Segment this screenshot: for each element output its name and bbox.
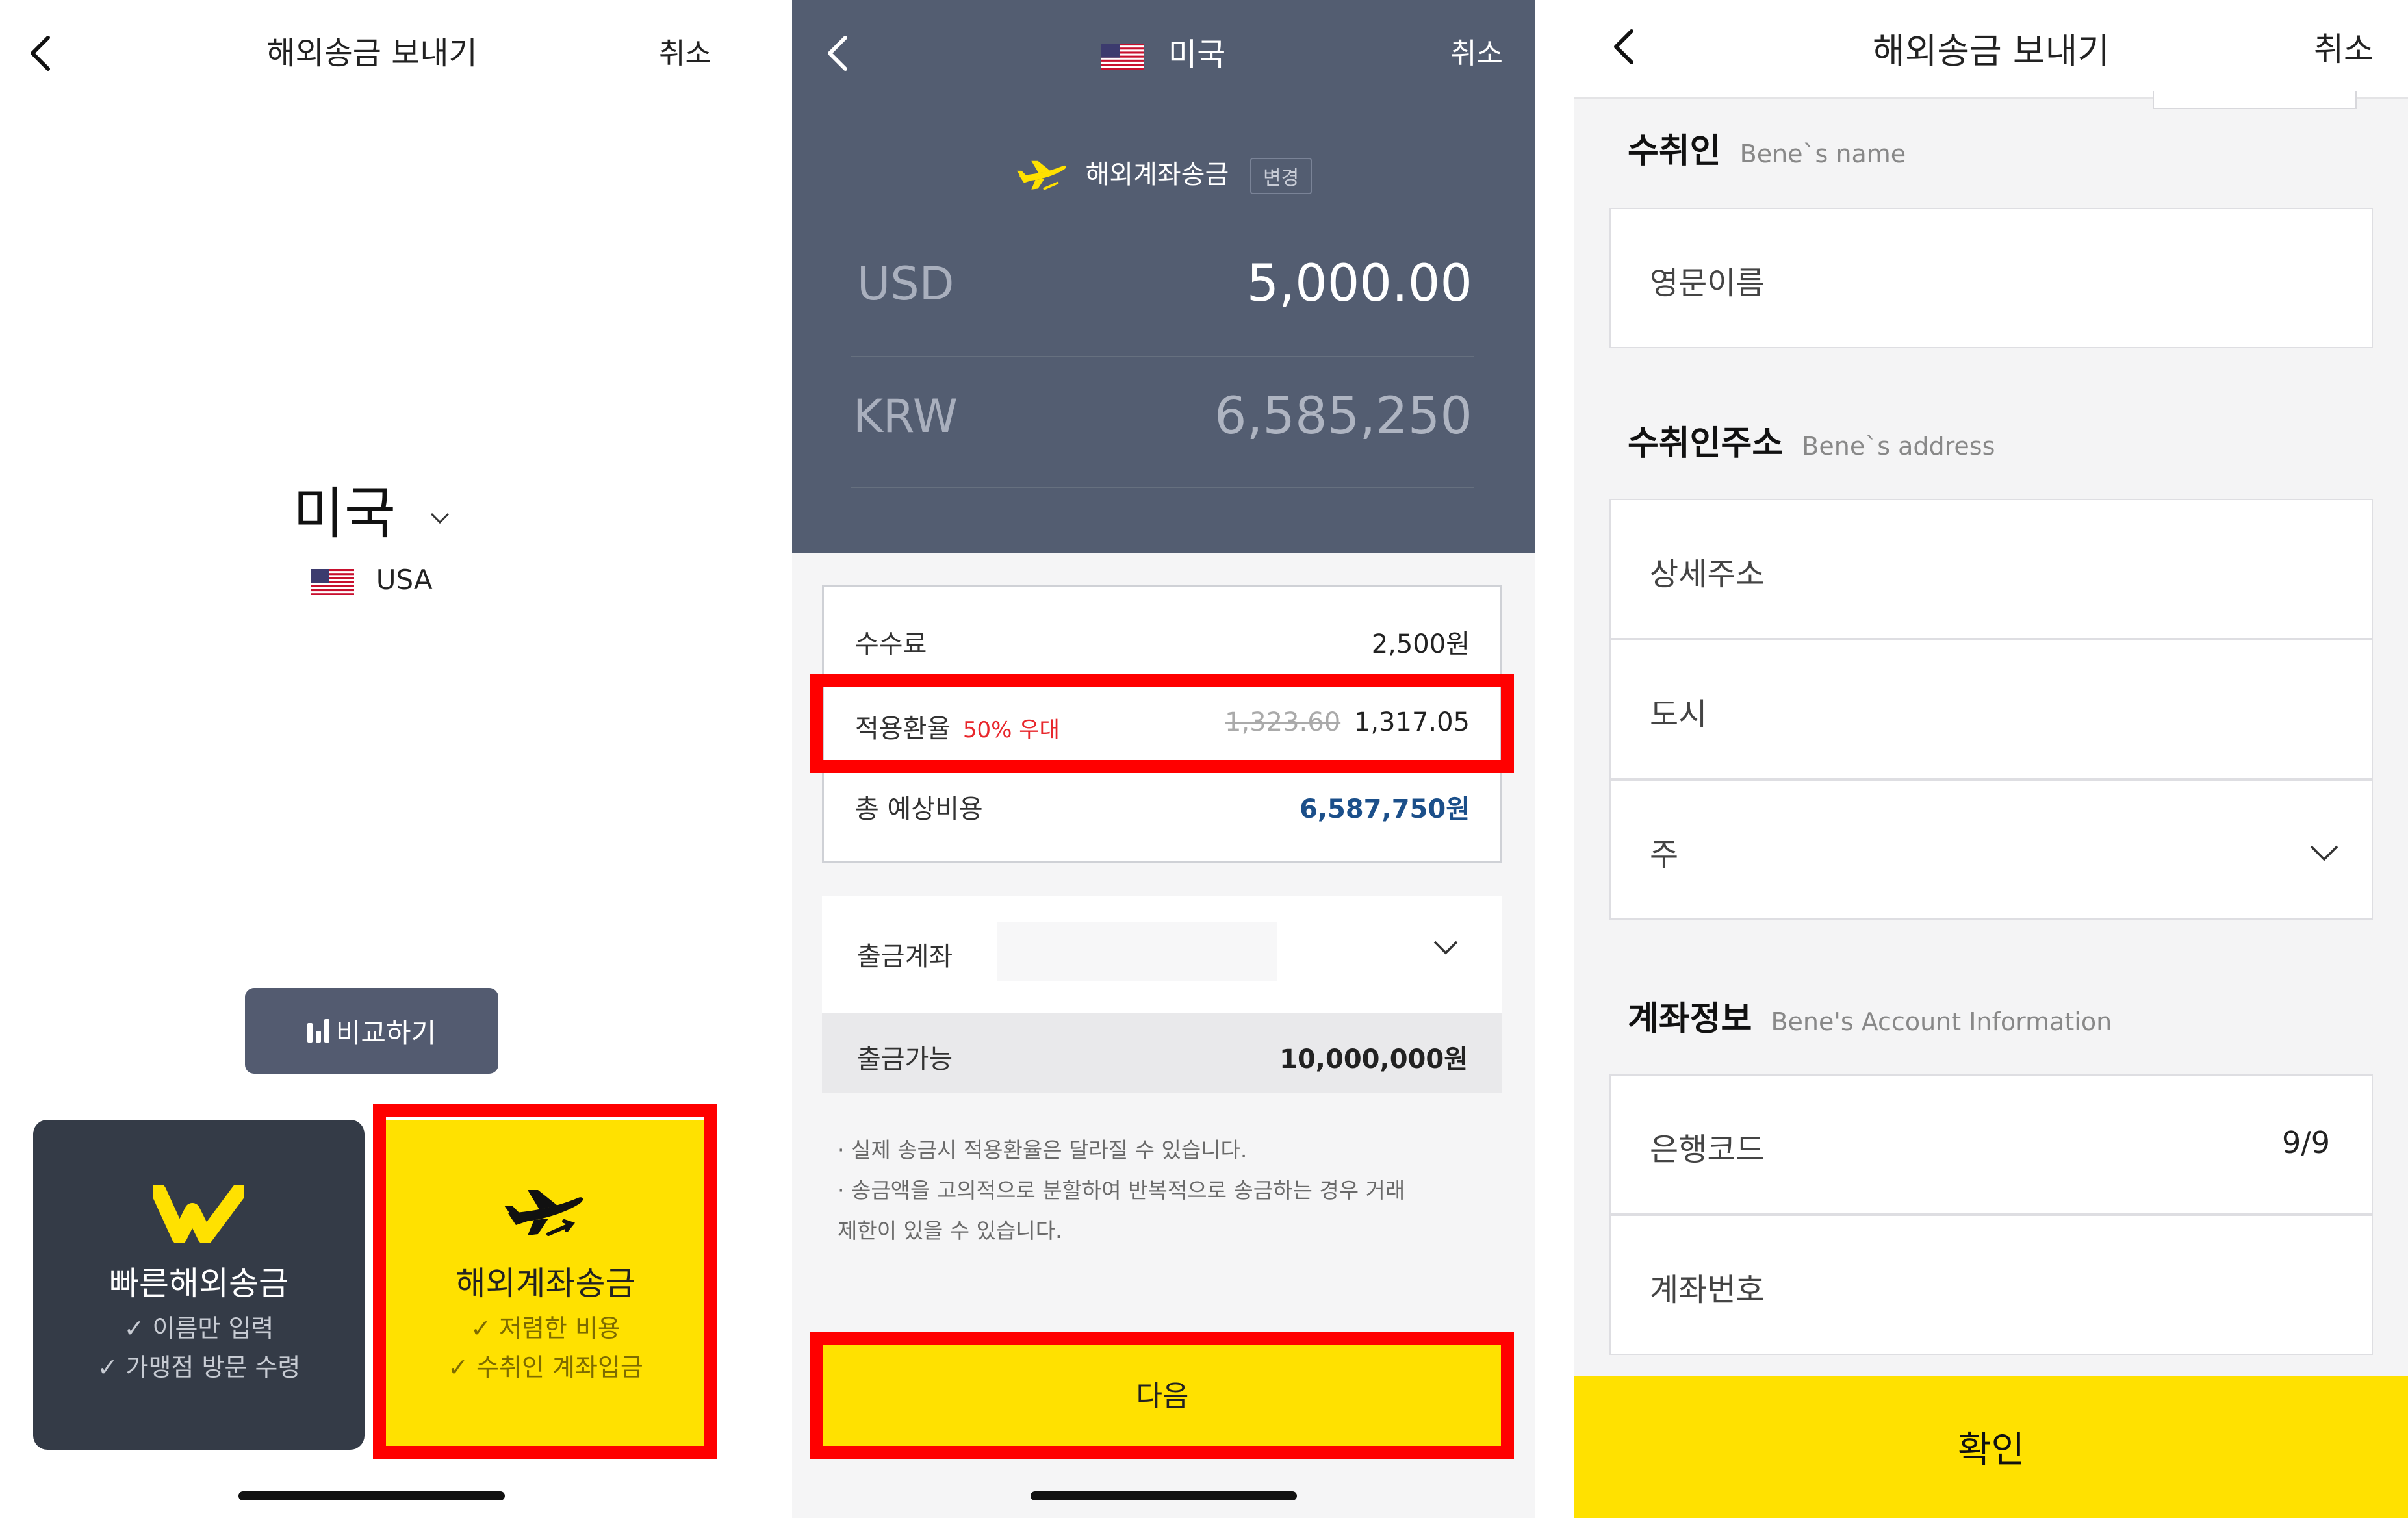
country-code-row: USA — [0, 564, 744, 596]
field-placeholder: 계좌번호 — [1650, 1272, 1765, 1308]
home-indicator — [238, 1491, 505, 1500]
field-placeholder: 도시 — [1650, 696, 1708, 733]
card-feature: ✓ 이름만 입력 — [123, 1314, 274, 1343]
section-title: 수취인 — [1628, 132, 1721, 171]
available-value: 10,000,000원 — [1279, 1044, 1468, 1074]
amount-screen: 미국 취소 해외계좌송금 변경 USD 5,000.00 KRW 6,585,2… — [792, 0, 1535, 1518]
account-number-field[interactable]: 계좌번호 — [1609, 1215, 2373, 1355]
fee-label: 수수료 — [855, 629, 927, 659]
fee-value: 2,500원 — [1371, 629, 1470, 659]
chevron-down-icon — [2310, 845, 2338, 861]
available-label: 출금가능 — [857, 1044, 953, 1074]
send-amount-input[interactable]: 5,000.00 — [1247, 255, 1472, 313]
card-title: 빠른해외송금 — [109, 1265, 288, 1302]
field-placeholder: 상세주소 — [1650, 556, 1765, 592]
beneficiary-form-screen: 해외송금 보내기 취소 수취인 Bene`s name 영문이름 수취인주소 B… — [1574, 0, 2408, 1518]
section-title: 수취인주소 — [1628, 424, 1784, 463]
section-subtitle: Bene's Account Information — [1771, 1007, 2112, 1036]
char-counter: 9/9 — [2281, 1125, 2330, 1160]
beneficiary-section-title: 수취인 Bene`s name — [1628, 123, 1906, 172]
receive-amount: 6,585,250 — [1214, 387, 1472, 446]
total-label: 총 예상비용 — [855, 794, 983, 824]
confirm-button[interactable]: 확인 — [1574, 1376, 2408, 1518]
detail-address-field[interactable]: 상세주소 — [1609, 499, 2373, 639]
partial-field — [2153, 91, 2357, 109]
divider — [851, 356, 1474, 357]
amount-header: 미국 취소 해외계좌송금 변경 USD 5,000.00 KRW 6,585,2… — [792, 0, 1535, 553]
field-placeholder: 영문이름 — [1650, 265, 1765, 301]
notice-line: · 송금액을 고의적으로 분할하여 반복적으로 송금하는 경우 거래 — [838, 1178, 1405, 1203]
compare-button[interactable]: 비교하기 — [245, 988, 498, 1074]
country-name: 미국 — [292, 481, 396, 546]
receive-currency: KRW — [853, 390, 958, 443]
method-row: 해외계좌송금 변경 — [792, 153, 1535, 194]
us-flag-icon — [1101, 44, 1144, 70]
fast-remittance-card[interactable]: 빠른해외송금 ✓ 이름만 입력 ✓ 가맹점 방문 수령 — [33, 1120, 365, 1450]
card-feature: ✓ 가맹점 방문 수령 — [97, 1353, 301, 1382]
compare-button-label: 비교하기 — [335, 1017, 437, 1049]
state-select[interactable]: 주 — [1609, 779, 2373, 920]
section-title: 계좌정보 — [1628, 1000, 1752, 1039]
chevron-down-icon — [431, 512, 450, 524]
notice-line: · 실제 송금시 적용환율은 달라질 수 있습니다. — [838, 1137, 1248, 1163]
total-value: 6,587,750원 — [1299, 794, 1470, 824]
chevron-down-icon — [1433, 941, 1458, 955]
country-select-screen: 해외송금 보내기 취소 미국 USA 비교하기 빠른해외송금 ✓ 이름만 입력 … — [0, 0, 792, 1518]
section-subtitle: Bene`s name — [1739, 140, 1906, 168]
english-name-field[interactable]: 영문이름 — [1609, 208, 2373, 348]
us-flag-icon — [311, 568, 355, 595]
cancel-button[interactable]: 취소 — [2314, 23, 2374, 70]
bank-code-field[interactable]: 은행코드 9/9 — [1609, 1074, 2373, 1215]
highlight-box — [810, 674, 1514, 773]
section-subtitle: Bene`s address — [1802, 432, 1995, 461]
notice-text: · 실제 송금시 적용환율은 달라질 수 있습니다. · 송금액을 고의적으로 … — [838, 1130, 1487, 1251]
page-title: 해외송금 보내기 — [266, 35, 478, 71]
country-title: 미국 — [792, 29, 1535, 74]
send-currency: USD — [857, 257, 954, 310]
city-field[interactable]: 도시 — [1609, 639, 2373, 779]
account-value — [997, 922, 1277, 981]
compare-chart-icon — [307, 1019, 329, 1043]
account-label: 출금계좌 — [857, 942, 953, 972]
available-balance-row: 출금가능 10,000,000원 — [822, 1013, 1502, 1093]
cancel-button[interactable]: 취소 — [659, 30, 711, 71]
address-section-title: 수취인주소 Bene`s address — [1628, 416, 1995, 464]
divider — [851, 487, 1474, 488]
airplane-icon — [1016, 160, 1066, 190]
home-indicator — [1031, 1491, 1297, 1500]
page-title: 해외송금 보내기 — [1873, 31, 2110, 71]
cancel-button[interactable]: 취소 — [1450, 30, 1503, 71]
change-button[interactable]: 변경 — [1250, 158, 1313, 194]
field-placeholder: 주 — [1650, 837, 1679, 873]
notice-line: 제한이 있을 수 있습니다. — [838, 1218, 1062, 1243]
method-label: 해외계좌송금 — [1085, 160, 1229, 190]
w-logo-icon — [153, 1185, 244, 1243]
field-placeholder: 은행코드 — [1650, 1132, 1765, 1168]
top-bar: 해외송금 보내기 취소 — [1574, 0, 2408, 109]
country-name: 미국 — [1168, 36, 1226, 73]
highlight-box — [373, 1104, 717, 1459]
country-selector[interactable]: 미국 — [0, 468, 744, 549]
country-code: USA — [376, 564, 433, 596]
highlight-box — [810, 1332, 1514, 1459]
account-section-title: 계좌정보 Bene's Account Information — [1628, 991, 2112, 1040]
